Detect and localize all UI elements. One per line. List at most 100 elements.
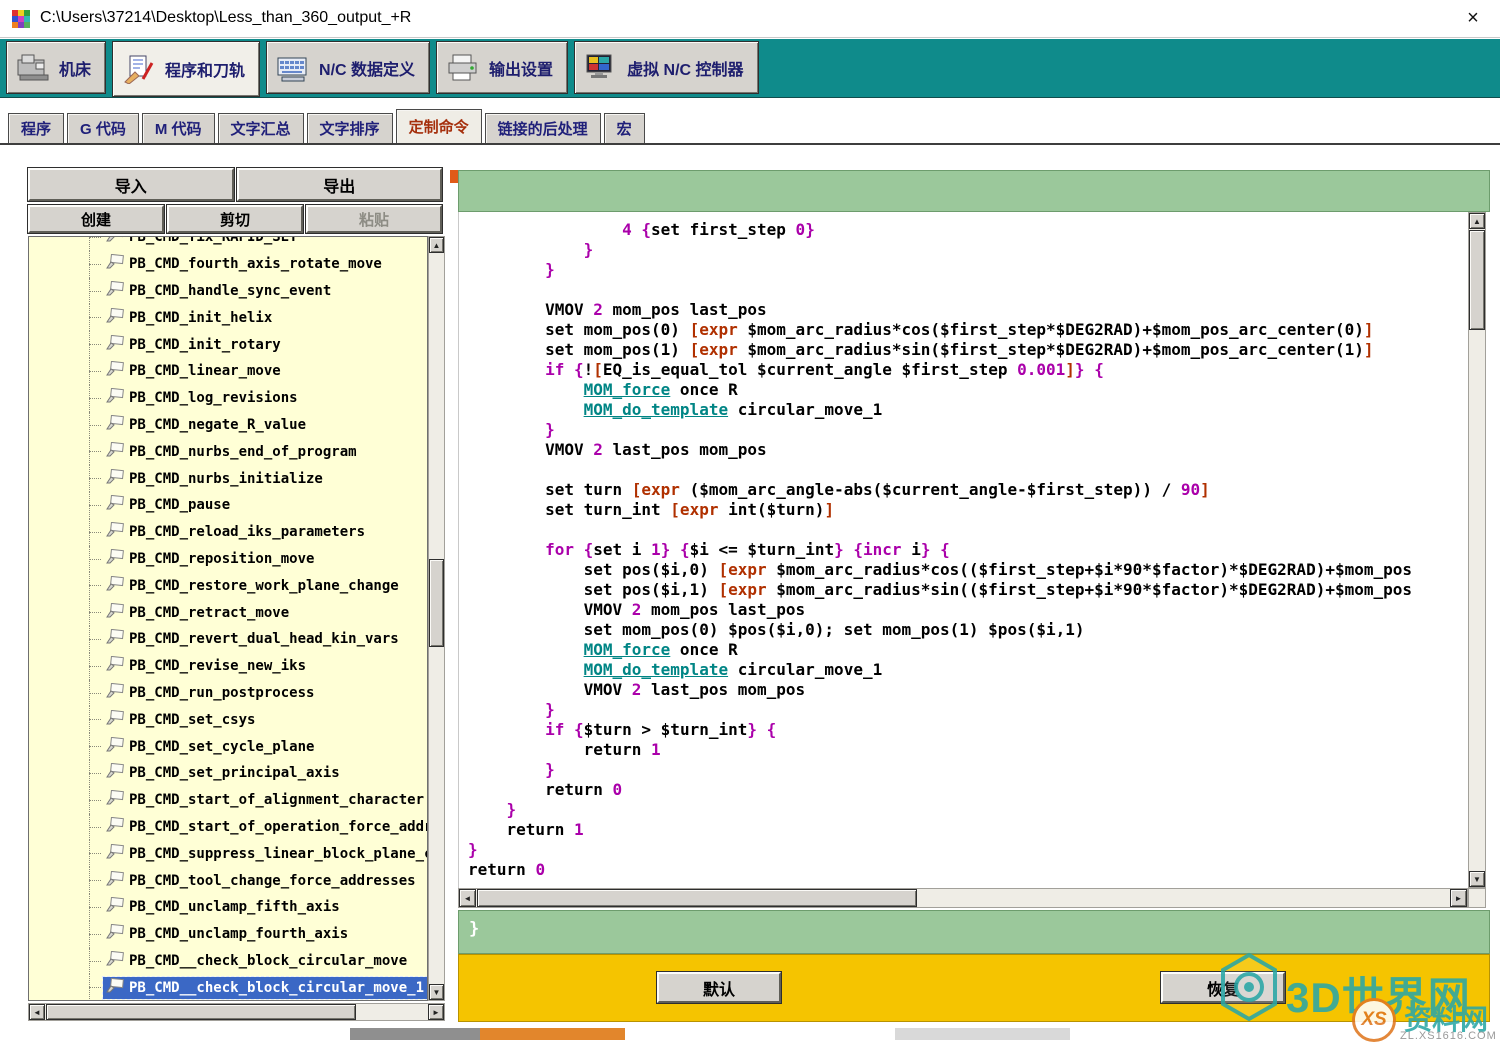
editor-hscroll-thumb[interactable] <box>477 889 917 907</box>
editor-scroll-up-icon[interactable]: ▲ <box>1469 213 1485 229</box>
tree-item[interactable]: PB_CMD_retract_move <box>29 599 427 626</box>
tree-item-label: PB_CMD_tool_change_force_addresses <box>129 873 416 889</box>
code-line: if {$turn > $turn_int} { <box>468 720 1468 740</box>
tree-scroll-up-icon[interactable]: ▲ <box>429 237 444 253</box>
tree-item[interactable]: PB_CMD_set_cycle_plane <box>29 733 427 760</box>
sub-tab[interactable]: 链接的后处理 <box>485 113 601 143</box>
tree-item[interactable]: PB_CMD_reload_iks_parameters <box>29 519 427 546</box>
tree-item[interactable]: PB_CMD_pause <box>29 492 427 519</box>
command-tree[interactable]: PB_CMD_fix_RAPID_SET PB_CMD_fourth_axis_r… <box>28 236 428 1001</box>
tree-item[interactable]: PB_CMD_linear_move <box>29 358 427 385</box>
sub-tab[interactable]: 程序 <box>8 113 64 143</box>
code-line: set mom_pos(0) $pos($i,0); set mom_pos(1… <box>468 620 1468 640</box>
command-icon <box>106 388 124 408</box>
tree-item[interactable]: PB_CMD_init_helix <box>29 304 427 331</box>
command-icon <box>106 603 124 623</box>
tree-item-content: PB_CMD_unclamp_fourth_axis <box>103 923 351 945</box>
export-button[interactable]: 导出 <box>237 168 443 201</box>
tree-item-content: PB_CMD_init_helix <box>103 307 275 329</box>
sub-tab[interactable]: 宏 <box>604 113 645 143</box>
tree-item[interactable]: PB_CMD_nurbs_initialize <box>29 465 427 492</box>
main-tab-label: 输出设置 <box>489 56 553 80</box>
tree-item[interactable]: PB_CMD_run_postprocess <box>29 680 427 707</box>
code-line <box>468 280 1468 300</box>
tree-item[interactable]: PB_CMD_suppress_linear_block_plane_c <box>29 840 427 867</box>
sub-tab[interactable]: 文字排序 <box>307 113 393 143</box>
tree-scroll-right-icon[interactable]: ► <box>428 1004 444 1020</box>
close-button[interactable]: × <box>1460 5 1486 31</box>
tree-item-content: PB_CMD_run_postprocess <box>103 682 317 704</box>
tree-item[interactable]: PB_CMD_revert_dual_head_kin_vars <box>29 626 427 653</box>
tree-item[interactable]: PB_CMD_revise_new_iks <box>29 653 427 680</box>
tree-item[interactable]: PB_CMD_unclamp_fourth_axis <box>29 921 427 948</box>
editor-scroll-left-icon[interactable]: ◄ <box>459 889 476 907</box>
tree-item[interactable]: PB_CMD_set_principal_axis <box>29 760 427 787</box>
code-line: 4 {set first_step 0} <box>468 220 1468 240</box>
main-tab-program-toolpath[interactable]: 程序和刀轨 <box>112 41 260 97</box>
tree-item-content: PB_CMD_unclamp_fifth_axis <box>103 896 343 918</box>
tree-item-label: PB_CMD_nurbs_initialize <box>129 471 323 487</box>
tree-item[interactable]: PB_CMD_fix_RAPID_SET <box>29 236 427 251</box>
tree-item[interactable]: PB_CMD_start_of_operation_force_addr <box>29 814 427 841</box>
command-icon <box>106 710 124 730</box>
default-button[interactable]: 默认 <box>657 972 781 1003</box>
editor-vertical-scrollbar[interactable]: ▲ ▼ <box>1468 212 1486 888</box>
tree-item[interactable]: PB_CMD__check_block_circular_move <box>29 948 427 975</box>
sub-tab[interactable]: 定制命令 <box>396 109 482 143</box>
command-icon <box>106 549 124 569</box>
cut-button[interactable]: 剪切 <box>167 205 303 233</box>
create-button[interactable]: 创建 <box>28 205 164 233</box>
tree-item-content: PB_CMD_linear_move <box>103 360 284 382</box>
tree-vertical-scrollbar[interactable]: ▲ ▼ <box>428 236 445 1001</box>
editor-scroll-thumb[interactable] <box>1469 230 1485 330</box>
tree-item[interactable]: PB_CMD_tool_change_force_addresses <box>29 867 427 894</box>
editor-scroll-right-icon[interactable]: ► <box>1450 889 1467 907</box>
command-icon <box>106 629 124 649</box>
editor-horizontal-scrollbar[interactable]: ◄ ► <box>458 888 1468 908</box>
tree-item[interactable]: PB_CMD_unclamp_fifth_axis <box>29 894 427 921</box>
tree-horizontal-scrollbar[interactable]: ◄ ► <box>28 1003 445 1021</box>
tree-item[interactable]: PB_CMD_restore_work_plane_change <box>29 572 427 599</box>
tree-item[interactable]: PB_CMD_start_of_alignment_character <box>29 787 427 814</box>
editor-scroll-down-icon[interactable]: ▼ <box>1469 871 1485 887</box>
tree-scroll-left-icon[interactable]: ◄ <box>29 1004 45 1020</box>
tree-item-content: PB_CMD_revert_dual_head_kin_vars <box>103 628 402 650</box>
code-line: return 1 <box>468 740 1468 760</box>
sub-tab[interactable]: G 代码 <box>67 113 139 143</box>
bottom-strip-segment <box>895 1028 1070 1040</box>
tree-item-label: PB_CMD_fourth_axis_rotate_move <box>129 256 382 272</box>
import-button[interactable]: 导入 <box>28 168 234 201</box>
tree-item-label: PB_CMD__check_block_circular_move_1 <box>129 980 424 996</box>
tree-item[interactable]: PB_CMD_negate_R_value <box>29 412 427 439</box>
tree-item[interactable]: PB_CMD_nurbs_end_of_program <box>29 438 427 465</box>
command-icon <box>106 951 124 971</box>
tree-item[interactable]: PB_CMD__check_block_circular_move_1 <box>29 974 427 1001</box>
proc-footer: } <box>458 910 1490 954</box>
main-tab-output-settings[interactable]: 输出设置 <box>436 41 568 94</box>
tree-scroll-down-icon[interactable]: ▼ <box>429 984 444 1000</box>
tree-item[interactable]: PB_CMD_handle_sync_event <box>29 278 427 305</box>
tree-item[interactable]: PB_CMD_init_rotary <box>29 331 427 358</box>
tree-item[interactable]: PB_CMD_fourth_axis_rotate_move <box>29 251 427 278</box>
tree-item-content: PB_CMD_log_revisions <box>103 387 301 409</box>
tree-item[interactable]: PB_CMD_log_revisions <box>29 385 427 412</box>
tree-item-label: PB_CMD_log_revisions <box>129 390 298 406</box>
tree-scroll-thumb[interactable] <box>429 559 444 647</box>
sub-tab[interactable]: 文字汇总 <box>218 113 304 143</box>
tree-item-content: PB_CMD_reload_iks_parameters <box>103 521 368 543</box>
command-icon <box>106 763 124 783</box>
tree-item[interactable]: PB_CMD_reposition_move <box>29 546 427 573</box>
code-line: return 0 <box>468 780 1468 800</box>
tree-item-label: PB_CMD_retract_move <box>129 605 289 621</box>
main-tab-machine[interactable]: 机床 <box>6 41 106 94</box>
paste-button[interactable]: 粘贴 <box>306 205 442 233</box>
restore-button[interactable]: 恢复 <box>1161 972 1285 1003</box>
tree-item[interactable]: PB_CMD_set_csys <box>29 706 427 733</box>
main-tab-nc-data[interactable]: N/C 数据定义 <box>266 41 430 94</box>
code-line: VMOV 2 mom_pos last_pos <box>468 600 1468 620</box>
code-editor[interactable]: 4 {set first_step 0} } } VMOV 2 mom_pos … <box>458 212 1468 888</box>
sub-tab[interactable]: M 代码 <box>142 113 215 143</box>
main-tab-virtual-nc[interactable]: 虚拟 N/C 控制器 <box>574 41 758 94</box>
tree-hscroll-thumb[interactable] <box>46 1004 356 1020</box>
tree-item-content: PB_CMD_reposition_move <box>103 548 317 570</box>
